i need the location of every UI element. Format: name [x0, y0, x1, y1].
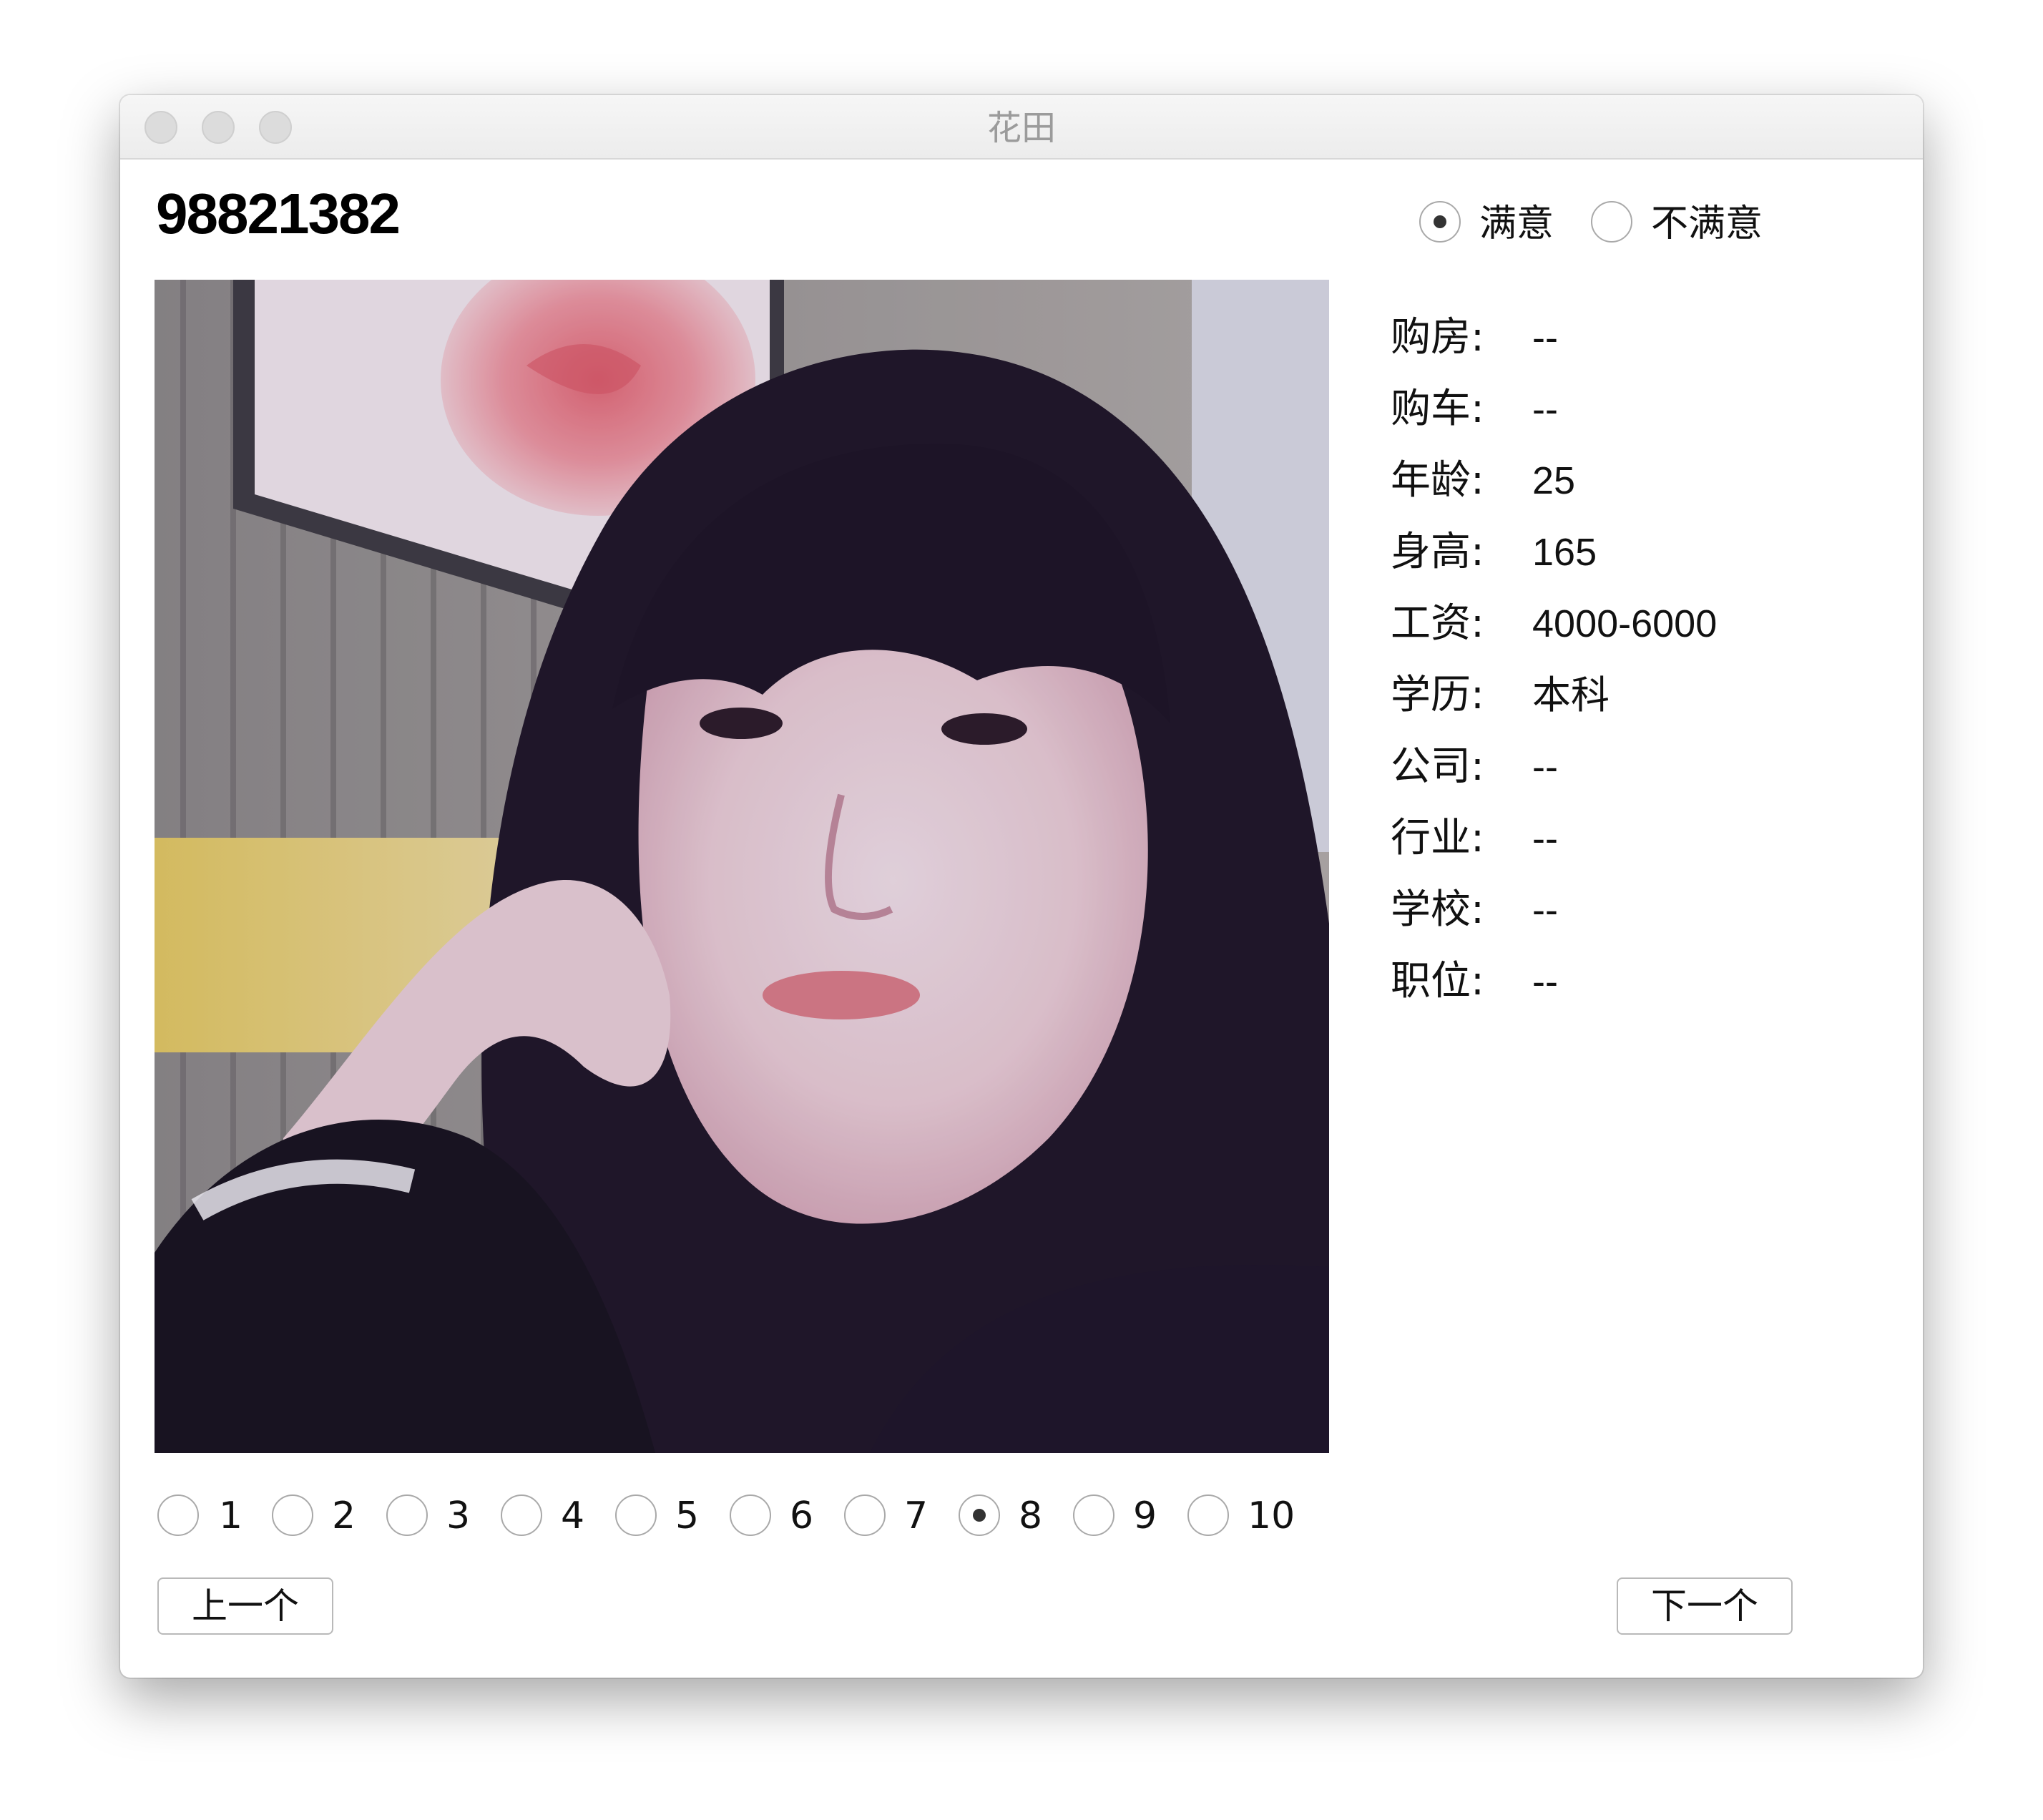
rating-label-1: 1	[219, 1494, 243, 1537]
detail-value-industry: --	[1532, 817, 1558, 860]
unsatisfied-radio[interactable]	[1591, 201, 1632, 243]
detail-value-height: 165	[1532, 531, 1597, 574]
rating-label-3: 3	[446, 1494, 471, 1537]
detail-key-height: 身高:	[1391, 529, 1484, 575]
detail-key-industry: 行业:	[1391, 815, 1484, 861]
rating-radio-10[interactable]	[1187, 1494, 1229, 1536]
detail-value-position: --	[1532, 960, 1558, 1003]
app-window: 花田 98821382 满意 不满意 1 2 3 4 5 6 7 8 9 10 …	[120, 95, 1923, 1678]
detail-value-house: --	[1532, 316, 1558, 359]
profile-photo-image	[155, 280, 1329, 1453]
rating-radio-1[interactable]	[157, 1494, 199, 1536]
rating-radio-4[interactable]	[501, 1494, 542, 1536]
satisfied-radio[interactable]	[1419, 201, 1461, 243]
rating-label-2: 2	[332, 1494, 356, 1537]
detail-value-company: --	[1532, 745, 1558, 788]
window-title: 花田	[986, 108, 1056, 148]
rating-label-10: 10	[1248, 1494, 1295, 1537]
rating-radio-7[interactable]	[844, 1494, 886, 1536]
detail-key-education: 学历:	[1391, 672, 1484, 718]
rating-label-9: 9	[1133, 1494, 1157, 1537]
detail-value-car: --	[1532, 388, 1558, 431]
detail-value-salary: 4000-6000	[1532, 602, 1718, 645]
rating-radio-9[interactable]	[1073, 1494, 1114, 1536]
detail-key-school: 学校:	[1391, 886, 1484, 933]
detail-value-school: --	[1532, 889, 1558, 931]
satisfied-label: 满意	[1479, 202, 1554, 245]
profile-photo	[155, 280, 1329, 1453]
detail-key-car: 购车:	[1391, 386, 1484, 432]
rating-radio-5[interactable]	[615, 1494, 657, 1536]
next-button[interactable]: 下一个	[1617, 1577, 1793, 1635]
rating-radio-6[interactable]	[730, 1494, 771, 1536]
rating-label-4: 4	[561, 1494, 585, 1537]
rating-radio-8[interactable]	[959, 1494, 1000, 1536]
detail-key-company: 公司:	[1391, 743, 1484, 790]
rating-label-5: 5	[675, 1494, 700, 1537]
rating-radio-3[interactable]	[386, 1494, 428, 1536]
rating-label-6: 6	[790, 1494, 814, 1537]
title-bar[interactable]: 花田	[120, 95, 1923, 160]
rating-radio-2[interactable]	[272, 1494, 313, 1536]
detail-key-position: 职位:	[1391, 958, 1484, 1004]
rating-label-8: 8	[1019, 1494, 1043, 1537]
unsatisfied-label: 不满意	[1651, 202, 1763, 245]
detail-value-education: 本科	[1532, 674, 1610, 717]
detail-key-house: 购房:	[1391, 314, 1484, 361]
rating-label-7: 7	[904, 1494, 929, 1537]
detail-key-age: 年龄:	[1391, 457, 1484, 504]
previous-button[interactable]: 上一个	[157, 1577, 333, 1635]
detail-value-age: 25	[1532, 459, 1576, 502]
detail-key-salary: 工资:	[1391, 600, 1484, 647]
profile-id: 98821382	[156, 182, 401, 245]
